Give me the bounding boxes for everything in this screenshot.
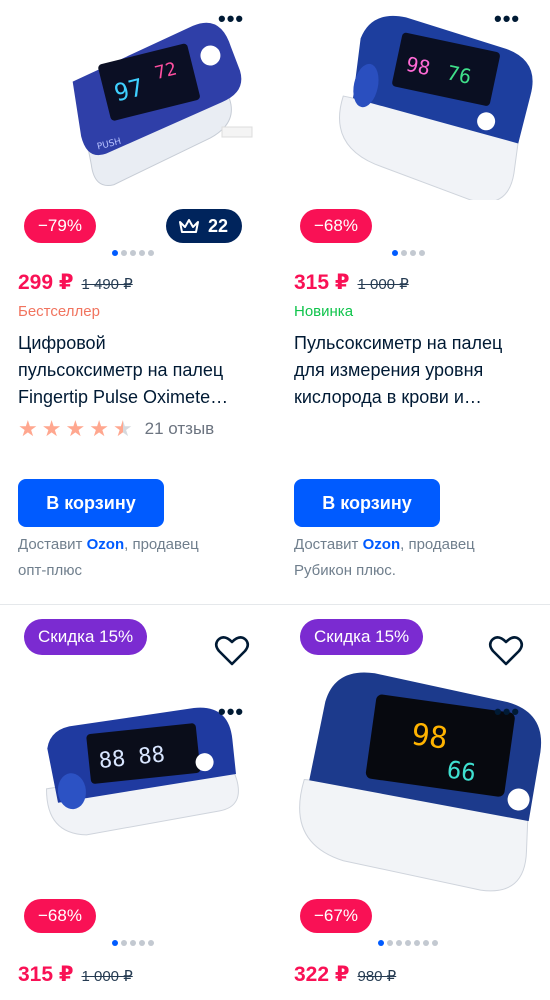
delivery-suffix: , продавец (400, 536, 475, 553)
seller-name[interactable]: опт-плюс (18, 562, 82, 579)
carousel-dot[interactable] (423, 940, 429, 946)
crown-icon (179, 219, 199, 233)
image-carousel-dots[interactable] (378, 940, 438, 946)
price: 315 ₽ (18, 963, 74, 986)
carousel-dot[interactable] (392, 250, 398, 256)
product-title-1[interactable]: Цифровой пульсоксиметр на палец Fingerti… (18, 330, 268, 411)
svg-text:76: 76 (445, 60, 474, 88)
carousel-dot[interactable] (139, 250, 145, 256)
delivery-suffix: , продавец (124, 536, 199, 553)
old-price: 1 490 ₽ (81, 276, 133, 293)
price-row: 322 ₽ 980 ₽ (294, 962, 396, 987)
carousel-dot[interactable] (148, 940, 154, 946)
carousel-dot[interactable] (112, 250, 118, 256)
new-label: Новинка (294, 303, 354, 320)
price: 299 ₽ (18, 271, 74, 294)
seller-name[interactable]: Рубикон плюс. (294, 562, 396, 579)
bestseller-label: Бестселлер (18, 303, 100, 320)
carousel-dot[interactable] (121, 940, 127, 946)
product-title-2[interactable]: Пульсоксиметр на палец для измерения уро… (294, 330, 544, 411)
product-card-3[interactable]: 88 88 Скидка 15% ••• −68% 315 ₽ 1 000 ₽ (0, 605, 275, 1000)
carousel-dot[interactable] (419, 250, 425, 256)
more-options-icon[interactable]: ••• (494, 701, 520, 723)
title-line: кислорода в крови и… (294, 387, 482, 407)
carousel-dot[interactable] (387, 940, 393, 946)
carousel-dot[interactable] (432, 940, 438, 946)
more-options-icon[interactable]: ••• (218, 8, 244, 30)
title-line: Пульсоксиметр на палец (294, 333, 503, 353)
delivery-info: Доставит Ozon, продавец Рубикон плюс. (294, 532, 544, 584)
rating-stars: ★ ★ ★ ★ ★ 21 отзыв (18, 418, 214, 440)
old-price: 1 000 ₽ (357, 276, 409, 293)
title-line: Fingertip Pulse Oximete… (18, 387, 229, 407)
carousel-dot[interactable] (410, 250, 416, 256)
product-card-2[interactable]: 98 76 ••• −68% 315 ₽ 1 000 ₽ Новинка Пул… (276, 0, 550, 604)
carousel-dot[interactable] (401, 250, 407, 256)
add-to-cart-button[interactable]: В корзину (18, 479, 164, 527)
reviews-count[interactable]: 21 отзыв (145, 419, 215, 439)
svg-text:98: 98 (409, 717, 450, 757)
more-options-icon[interactable]: ••• (494, 8, 520, 30)
title-line: для измерения уровня (294, 360, 484, 380)
delivery-prefix: Доставит (18, 536, 87, 553)
price-row: 299 ₽ 1 490 ₽ (18, 270, 133, 295)
svg-text:66: 66 (445, 755, 478, 787)
carousel-dot[interactable] (396, 940, 402, 946)
star-icon: ★ (41, 416, 62, 441)
delivery-prefix: Доставит (294, 536, 363, 553)
promo-badge: Скидка 15% (300, 619, 424, 655)
delivery-info: Доставит Ozon, продавец опт-плюс (18, 532, 268, 584)
more-options-icon[interactable]: ••• (218, 701, 244, 723)
image-carousel-dots[interactable] (392, 250, 425, 256)
svg-text:98: 98 (404, 52, 433, 80)
title-line: Цифровой (18, 333, 106, 353)
image-carousel-dots[interactable] (112, 250, 154, 256)
product-card-4[interactable]: 98 66 Скидка 15% ••• −67% 322 ₽ 980 ₽ (276, 605, 550, 1000)
star-icon: ★ (65, 416, 86, 441)
title-line: пульсоксиметр на палец (18, 360, 224, 380)
half-star-icon: ★ (112, 416, 133, 441)
heart-icon[interactable] (214, 633, 250, 669)
delivery-brand: Ozon (362, 536, 401, 553)
discount-badge: −67% (300, 899, 372, 933)
discount-badge: −68% (300, 209, 372, 243)
price-row: 315 ₽ 1 000 ₽ (294, 270, 409, 295)
carousel-dot[interactable] (130, 940, 136, 946)
carousel-dot[interactable] (414, 940, 420, 946)
premium-badge: 22 (166, 209, 243, 243)
price: 315 ₽ (294, 271, 350, 294)
star-icon: ★ (89, 416, 109, 441)
discount-badge: −68% (24, 899, 96, 933)
product-card-1[interactable]: 97 72 PUSH ••• −79% 22 299 ₽ 1 490 ₽ Бес… (0, 0, 275, 604)
delivery-brand: Ozon (86, 536, 125, 553)
premium-count: 22 (208, 216, 229, 236)
star-icon: ★ (18, 416, 38, 441)
heart-icon[interactable] (488, 633, 524, 669)
image-carousel-dots[interactable] (112, 940, 154, 946)
price-row: 315 ₽ 1 000 ₽ (18, 962, 133, 987)
discount-badge: −79% (24, 209, 96, 243)
promo-badge: Скидка 15% (24, 619, 148, 655)
carousel-dot[interactable] (130, 250, 136, 256)
add-to-cart-button[interactable]: В корзину (294, 479, 440, 527)
old-price: 1 000 ₽ (81, 968, 133, 985)
carousel-dot[interactable] (148, 250, 154, 256)
carousel-dot[interactable] (378, 940, 384, 946)
carousel-dot[interactable] (139, 940, 145, 946)
carousel-dot[interactable] (112, 940, 118, 946)
carousel-dot[interactable] (405, 940, 411, 946)
old-price: 980 ₽ (357, 968, 397, 985)
price: 322 ₽ (294, 963, 350, 986)
carousel-dot[interactable] (121, 250, 127, 256)
